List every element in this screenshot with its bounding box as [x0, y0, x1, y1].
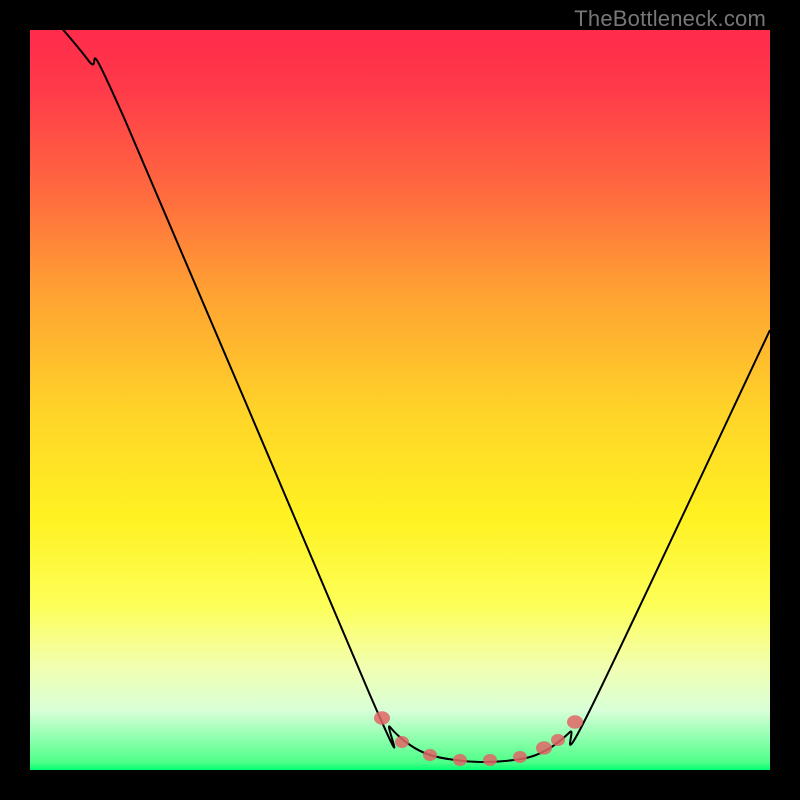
- curve-marker: [453, 754, 467, 766]
- curve-marker: [513, 751, 527, 763]
- curve-marker: [551, 734, 565, 746]
- curve-marker: [374, 711, 390, 725]
- curve-marker: [395, 736, 409, 748]
- watermark-text: TheBottleneck.com: [574, 6, 766, 32]
- curve-marker: [483, 754, 497, 766]
- curve-svg: [30, 30, 770, 770]
- curve-marker: [567, 715, 583, 729]
- chart-container: TheBottleneck.com: [0, 0, 800, 800]
- bottleneck-curve: [30, 30, 770, 762]
- marker-group: [374, 711, 583, 766]
- plot-area: [30, 30, 770, 770]
- curve-marker: [423, 749, 437, 761]
- curve-marker: [536, 741, 552, 755]
